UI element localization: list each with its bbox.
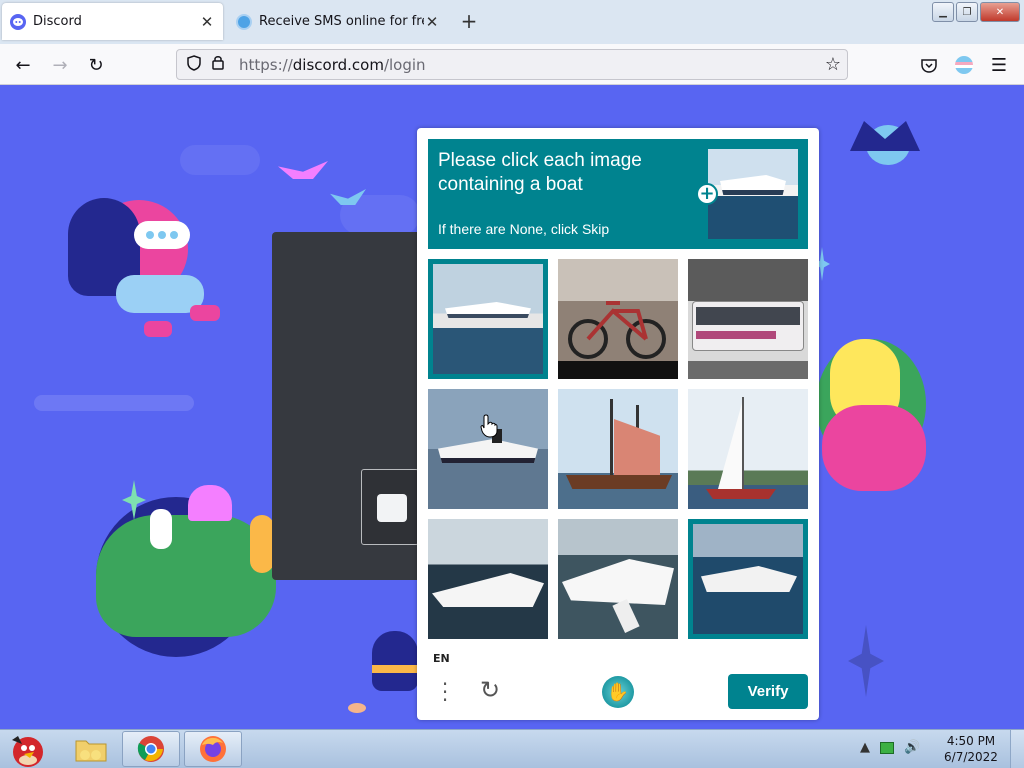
character-robot-band: [372, 665, 418, 673]
more-options-icon[interactable]: · · ·: [439, 674, 451, 710]
account-icon[interactable]: [951, 52, 977, 78]
firefox-icon[interactable]: [184, 731, 242, 767]
captcha-dialog: Please click each image containing a boa…: [417, 128, 819, 720]
captcha-instruction: Please click each image containing a boa…: [438, 149, 678, 197]
cloud-shape: [34, 395, 194, 411]
example-image: [708, 149, 798, 239]
character-duck: [250, 515, 274, 573]
lock-icon[interactable]: [207, 55, 229, 74]
bookmark-star-icon[interactable]: ☆: [825, 54, 841, 75]
verify-button[interactable]: Verify: [728, 674, 808, 709]
headphones-icon: [150, 509, 172, 549]
captcha-prompt: Please click each image containing a boa…: [428, 139, 808, 249]
bicycle-image: [558, 259, 678, 379]
back-icon[interactable]: ←: [10, 52, 36, 78]
hand-cursor-icon: [480, 414, 498, 438]
shield-icon[interactable]: [181, 54, 207, 75]
character-girl-shoe: [190, 305, 220, 321]
bus-image: [688, 259, 808, 379]
video-placeholder: [361, 469, 419, 545]
motorboat-image: [693, 524, 803, 634]
tab-title: Discord: [33, 14, 82, 29]
system-tray: ▲ 🔊: [860, 740, 920, 755]
sailboat-image: [688, 389, 808, 509]
hamburger-menu-icon[interactable]: ☰: [986, 52, 1012, 78]
captcha-tile-6[interactable]: [688, 389, 808, 509]
bird-decoration: [278, 161, 328, 179]
character-monster: [96, 515, 276, 637]
angry-birds-icon[interactable]: [4, 730, 48, 768]
cruise-ship-image: [428, 389, 548, 509]
close-tab-icon[interactable]: ✕: [424, 13, 440, 31]
motorboat-image: [428, 519, 548, 639]
captcha-tile-8[interactable]: [558, 519, 678, 639]
character-robot: [372, 631, 418, 691]
discord-icon: [10, 13, 26, 30]
sms-site-icon: [236, 13, 252, 30]
captcha-tile-5[interactable]: [558, 389, 678, 509]
cloud-shape: [180, 145, 260, 175]
volume-icon[interactable]: 🔊: [904, 740, 920, 755]
restore-icon[interactable]: ❐: [956, 2, 978, 22]
url-bar[interactable]: https://discord.com/login ☆: [176, 49, 848, 80]
window-controls: ▁ ❐ ✕: [932, 2, 1020, 22]
character-girl-shoe: [144, 321, 172, 337]
cruise-ship-image: [433, 264, 543, 374]
sparkle-icon: [848, 625, 884, 697]
taskbar: ▲ 🔊 4:50 PM 6/7/2022: [0, 729, 1024, 768]
reload-icon[interactable]: ↻: [83, 52, 109, 78]
character-yellow-body: [822, 405, 926, 491]
navigation-bar: ← → ↻ https://discord.com/login ☆ ☰: [0, 44, 1024, 85]
captcha-tile-9[interactable]: [688, 519, 808, 639]
tab-discord[interactable]: Discord ✕: [2, 3, 223, 40]
character-monster-hair: [188, 485, 232, 521]
language-selector[interactable]: EN: [433, 652, 450, 665]
close-tab-icon[interactable]: ✕: [199, 13, 215, 31]
captcha-tile-1[interactable]: [428, 259, 548, 379]
captcha-tile-4[interactable]: [428, 389, 548, 509]
url-domain: discord.com: [292, 55, 384, 74]
new-tab-icon[interactable]: +: [458, 9, 480, 33]
captcha-tile-2[interactable]: [558, 259, 678, 379]
taskbar-clock[interactable]: 4:50 PM 6/7/2022: [936, 733, 1006, 765]
pocket-icon[interactable]: [916, 52, 942, 78]
show-desktop-button[interactable]: [1010, 730, 1024, 768]
tab-sms[interactable]: Receive SMS online for free | ✕: [230, 3, 446, 40]
plus-icon: +: [696, 183, 718, 205]
folder-icon[interactable]: [62, 731, 120, 767]
network-icon[interactable]: [880, 741, 894, 754]
url-text: https://discord.com/login: [239, 56, 426, 74]
video-icon: [377, 494, 407, 522]
url-scheme: https://: [239, 55, 293, 74]
chrome-icon[interactable]: [122, 731, 180, 767]
captcha-image-grid: [428, 259, 808, 639]
tab-bar: Discord ✕ Receive SMS online for free | …: [0, 0, 1024, 44]
refresh-icon[interactable]: ↻: [477, 677, 503, 703]
clock-time: 4:50 PM: [946, 734, 996, 748]
clock-date: 6/7/2022: [944, 750, 998, 764]
hcaptcha-logo-icon[interactable]: ✋: [602, 676, 634, 708]
captcha-hint: If there are None, click Skip: [438, 221, 610, 237]
captcha-tile-3[interactable]: [688, 259, 808, 379]
url-path: /login: [383, 55, 426, 74]
close-window-icon[interactable]: ✕: [980, 2, 1020, 22]
minimize-icon[interactable]: ▁: [932, 2, 954, 22]
leaf-decoration: [348, 703, 366, 713]
motorboat-image: [558, 519, 678, 639]
tall-ship-image: [558, 389, 678, 509]
show-hidden-icons-icon[interactable]: ▲: [860, 740, 870, 755]
forward-icon[interactable]: →: [47, 52, 73, 78]
speech-bubble-icon: [134, 221, 190, 249]
tab-title: Receive SMS online for free |: [259, 14, 424, 29]
captcha-tile-7[interactable]: [428, 519, 548, 639]
instruction-line-2: containing a boat: [438, 174, 583, 195]
instruction-line-1: Please click each image: [438, 150, 642, 171]
